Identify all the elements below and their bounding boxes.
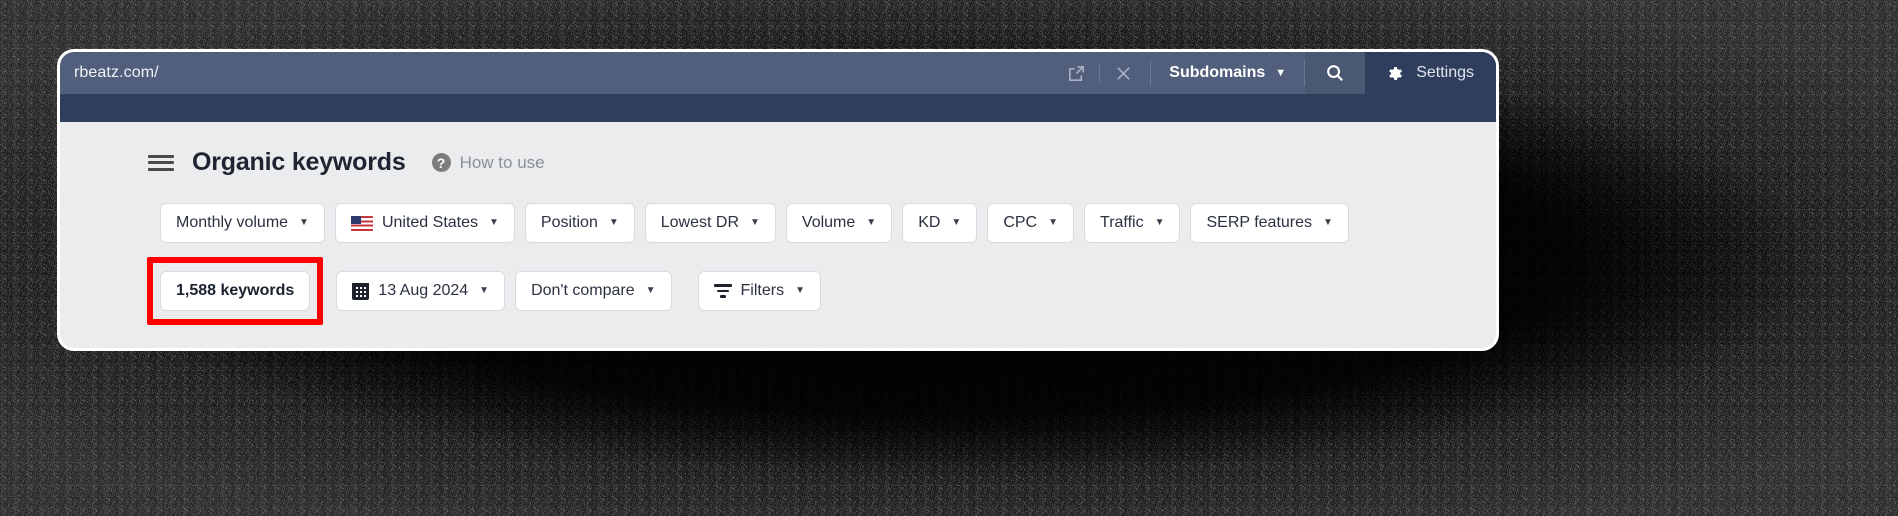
chevron-down-icon: ▼ [1275, 67, 1287, 79]
keyword-count-highlight: 1,588 keywords [146, 257, 324, 325]
filter-cpc[interactable]: CPC ▼ [987, 203, 1075, 243]
hamburger-menu-icon[interactable] [148, 153, 174, 173]
calendar-icon [352, 282, 370, 300]
target-url-text[interactable]: rbeatz.com/ [60, 52, 1055, 94]
filter-label: KD [918, 214, 941, 231]
gear-icon [1385, 64, 1404, 83]
filter-lowest-dr[interactable]: Lowest DR ▼ [644, 203, 776, 243]
date-selector[interactable]: 13 Aug 2024 ▼ [336, 271, 506, 311]
filter-monthly-volume[interactable]: Monthly volume ▼ [160, 203, 325, 243]
filter-label: Lowest DR [660, 214, 739, 231]
results-meta-bar: 1,588 keywords 13 Aug 2024 ▼ Don't compa… [60, 257, 1496, 325]
keyword-count-badge: 1,588 keywords [160, 271, 311, 311]
close-icon[interactable] [1102, 52, 1144, 94]
search-button[interactable] [1305, 52, 1366, 94]
compare-label: Don't compare [531, 282, 635, 299]
chevron-down-icon: ▼ [1048, 217, 1059, 228]
filter-label: Position [540, 214, 598, 231]
filter-traffic[interactable]: Traffic ▼ [1084, 203, 1181, 243]
external-link-icon[interactable] [1055, 52, 1097, 94]
filter-serp-features[interactable]: SERP features ▼ [1190, 203, 1349, 243]
filter-position[interactable]: Position ▼ [524, 203, 635, 243]
chevron-down-icon: ▼ [489, 217, 499, 228]
target-url-bar: rbeatz.com/ Subdomains ▼ Settings [60, 52, 1496, 94]
scope-selector[interactable]: Subdomains ▼ [1151, 52, 1304, 94]
us-flag-icon [350, 215, 373, 231]
filter-icon [713, 284, 732, 298]
filter-label: SERP features [1206, 214, 1313, 231]
how-to-use-label: How to use [459, 152, 545, 172]
question-mark-icon: ? [431, 153, 451, 172]
filter-bar: Monthly volume ▼ United States ▼ Positio… [60, 203, 1496, 243]
main-content: Organic keywords ? How to use Monthly vo… [60, 122, 1496, 348]
chevron-down-icon: ▼ [479, 285, 490, 296]
filter-label: Monthly volume [176, 214, 289, 231]
filter-volume[interactable]: Volume ▼ [785, 203, 893, 243]
icon-divider [1099, 63, 1101, 83]
how-to-use-link[interactable]: ? How to use [431, 152, 545, 173]
filter-label: Traffic [1100, 214, 1144, 231]
filter-country[interactable]: United States ▼ [334, 203, 515, 243]
url-bar-actions [1055, 52, 1150, 94]
settings-label: Settings [1416, 64, 1474, 81]
chevron-down-icon: ▼ [1323, 217, 1333, 228]
settings-button[interactable]: Settings [1365, 52, 1496, 94]
scope-label: Subdomains [1169, 64, 1266, 81]
chevron-down-icon: ▼ [750, 217, 760, 228]
page-header-row: Organic keywords ? How to use [60, 122, 1496, 177]
chevron-down-icon: ▼ [608, 217, 619, 228]
keyword-count-label: 1,588 keywords [176, 282, 295, 299]
chevron-down-icon: ▼ [951, 217, 962, 228]
page-title: Organic keywords [192, 148, 406, 176]
filter-kd[interactable]: KD ▼ [902, 203, 978, 243]
chevron-down-icon: ▼ [299, 217, 309, 228]
filter-label: CPC [1003, 214, 1038, 231]
app-card: rbeatz.com/ Subdomains ▼ Settings Organi… [60, 52, 1496, 348]
filters-label: Filters [740, 282, 785, 299]
chevron-down-icon: ▼ [1154, 217, 1165, 228]
filters-button[interactable]: Filters ▼ [697, 271, 821, 311]
date-label: 13 Aug 2024 [378, 282, 469, 299]
chevron-down-icon: ▼ [645, 285, 656, 296]
chevron-down-icon: ▼ [795, 285, 805, 296]
chevron-down-icon: ▼ [866, 217, 877, 228]
filter-label: Volume [801, 214, 856, 231]
compare-selector[interactable]: Don't compare ▼ [515, 271, 672, 311]
navigation-band [60, 94, 1496, 122]
filter-label: United States [381, 214, 479, 231]
